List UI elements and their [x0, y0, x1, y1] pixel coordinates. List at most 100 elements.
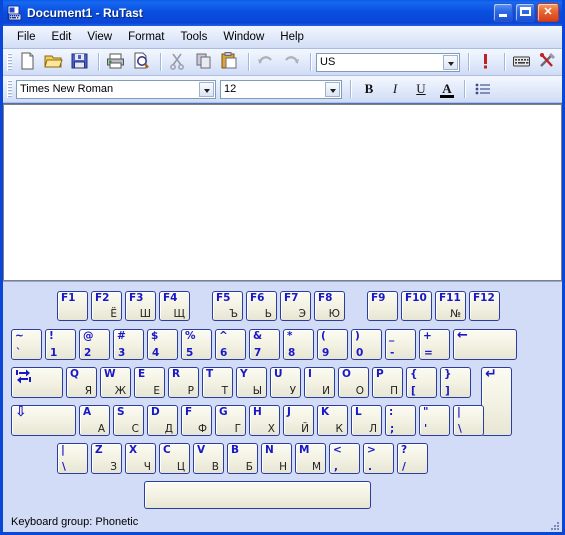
key-f3[interactable]: F3 Ш: [125, 291, 156, 321]
key-y[interactable]: Y Ы: [236, 367, 267, 398]
key-equal[interactable]: + =: [419, 329, 450, 360]
toolbar-grip[interactable]: [7, 53, 12, 71]
menu-edit[interactable]: Edit: [44, 29, 80, 45]
key-s[interactable]: S С: [113, 405, 144, 436]
menu-format[interactable]: Format: [120, 29, 172, 45]
key-i[interactable]: I И: [304, 367, 335, 398]
key-0[interactable]: ) 0: [351, 329, 382, 360]
resize-grip[interactable]: [549, 520, 559, 530]
key-h[interactable]: H Х: [249, 405, 280, 436]
key-w[interactable]: W Ж: [100, 367, 131, 398]
bullet-list-icon[interactable]: [470, 78, 496, 101]
font-size-combo[interactable]: 12: [220, 79, 342, 99]
key-bracketleft[interactable]: { [: [406, 367, 437, 398]
menu-help[interactable]: Help: [272, 29, 312, 45]
key-m[interactable]: M М: [295, 443, 326, 474]
key-1[interactable]: ! 1: [45, 329, 76, 360]
key-5[interactable]: % 5: [181, 329, 212, 360]
font-name-combo[interactable]: Times New Roman: [16, 79, 216, 99]
key-t[interactable]: T Т: [202, 367, 233, 398]
copy-icon[interactable]: [192, 50, 217, 74]
key-6[interactable]: ^ 6: [215, 329, 246, 360]
key-3[interactable]: # 3: [113, 329, 144, 360]
underline-button[interactable]: U: [408, 78, 434, 101]
key-8[interactable]: * 8: [283, 329, 314, 360]
key-c[interactable]: C Ц: [159, 443, 190, 474]
key-f[interactable]: F Ф: [181, 405, 212, 436]
key-9[interactable]: ( 9: [317, 329, 348, 360]
document-editor[interactable]: [4, 105, 561, 280]
key-k[interactable]: K К: [317, 405, 348, 436]
key-bracketright[interactable]: } ]: [440, 367, 471, 398]
menu-view[interactable]: View: [79, 29, 120, 45]
key-2[interactable]: @ 2: [79, 329, 110, 360]
key-period[interactable]: > .: [363, 443, 394, 474]
key-f6[interactable]: F6 Ь: [246, 291, 277, 321]
key-f12[interactable]: F12: [469, 291, 500, 321]
undo-arrow-icon[interactable]: [254, 50, 279, 74]
keyboard-layout-combo[interactable]: US: [316, 52, 460, 72]
tools-icon[interactable]: [536, 50, 561, 74]
key-l[interactable]: L Л: [351, 405, 382, 436]
key-o[interactable]: O О: [338, 367, 369, 398]
print-preview-icon[interactable]: [130, 50, 155, 74]
menu-file[interactable]: File: [9, 29, 44, 45]
format-toolbar-grip[interactable]: [7, 80, 12, 98]
key-space[interactable]: [144, 481, 371, 509]
keyboard-icon[interactable]: [510, 50, 535, 74]
key-f4[interactable]: F4 Щ: [159, 291, 190, 321]
key-q[interactable]: Q Я: [66, 367, 97, 398]
chevron-down-icon[interactable]: [325, 81, 340, 97]
key-semicolon[interactable]: : ;: [385, 405, 416, 436]
insert-symbol-icon[interactable]: [474, 50, 499, 74]
key-u[interactable]: U У: [270, 367, 301, 398]
key-7[interactable]: & 7: [249, 329, 280, 360]
key-backspace[interactable]: ←: [453, 329, 517, 360]
key-f7[interactable]: F7 Э: [280, 291, 311, 321]
italic-button[interactable]: I: [382, 78, 408, 101]
menu-tools[interactable]: Tools: [173, 29, 216, 45]
key-a[interactable]: A А: [79, 405, 110, 436]
chevron-down-icon[interactable]: [443, 54, 458, 70]
key-n[interactable]: N Н: [261, 443, 292, 474]
key-j[interactable]: J Й: [283, 405, 314, 436]
bold-button[interactable]: B: [356, 78, 382, 101]
key-d[interactable]: D Д: [147, 405, 178, 436]
key-backslash-left[interactable]: | \: [57, 443, 88, 474]
key-e[interactable]: E Е: [134, 367, 165, 398]
key-x[interactable]: X Ч: [125, 443, 156, 474]
key-caps-lock[interactable]: ⇩: [11, 405, 76, 436]
key-4[interactable]: $ 4: [147, 329, 178, 360]
key-f1[interactable]: F1: [57, 291, 88, 321]
print-icon[interactable]: [104, 50, 129, 74]
key-f2[interactable]: F2 Ё: [91, 291, 122, 321]
key-f8[interactable]: F8 Ю: [314, 291, 345, 321]
key-p[interactable]: P П: [372, 367, 403, 398]
key-backquote[interactable]: ~ `: [11, 329, 42, 360]
open-folder-icon[interactable]: [42, 50, 67, 74]
font-color-button[interactable]: A: [434, 78, 460, 101]
key-z[interactable]: Z З: [91, 443, 122, 474]
redo-arrow-icon[interactable]: [280, 50, 305, 74]
key-slash[interactable]: ? /: [397, 443, 428, 474]
key-f9[interactable]: F9: [367, 291, 398, 321]
key-f5[interactable]: F5 Ъ: [212, 291, 243, 321]
key-b[interactable]: B Б: [227, 443, 258, 474]
maximize-button[interactable]: [515, 3, 535, 22]
save-floppy-icon[interactable]: [68, 50, 93, 74]
key-comma[interactable]: < ,: [329, 443, 360, 474]
new-document-icon[interactable]: [16, 50, 41, 74]
key-r[interactable]: R Р: [168, 367, 199, 398]
key-f11[interactable]: F11 №: [435, 291, 466, 321]
key-v[interactable]: V В: [193, 443, 224, 474]
key-quote[interactable]: " ': [419, 405, 450, 436]
paste-clipboard-icon[interactable]: [218, 50, 243, 74]
key-tab[interactable]: [11, 367, 63, 398]
key-f10[interactable]: F10: [401, 291, 432, 321]
key-minus[interactable]: _ -: [385, 329, 416, 360]
cut-scissors-icon[interactable]: [166, 50, 191, 74]
chevron-down-icon[interactable]: [199, 81, 214, 97]
menu-window[interactable]: Window: [215, 29, 272, 45]
key-backslash[interactable]: | \: [453, 405, 484, 436]
close-button[interactable]: ✕: [537, 3, 559, 22]
